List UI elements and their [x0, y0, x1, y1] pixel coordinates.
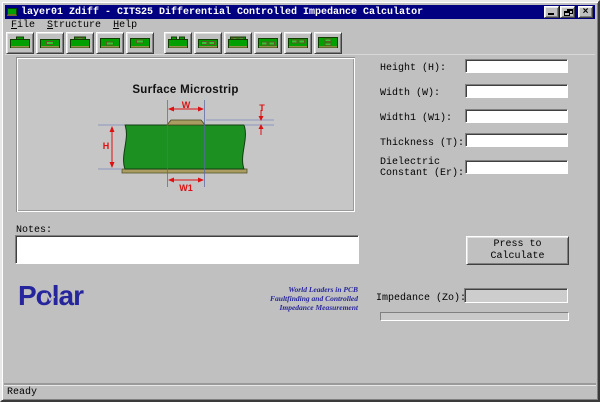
toolbar-button-coated-microstrip[interactable] — [66, 32, 94, 54]
app-icon — [7, 8, 17, 16]
dim-label-h: H — [100, 141, 112, 151]
pulse-icon — [41, 292, 55, 302]
surface-microstrip-differential-icon — [168, 36, 188, 50]
height-label: Height (H): — [380, 63, 468, 74]
impedance-label: Impedance (Zo): — [376, 293, 466, 304]
toolbar-button-offset-stripline[interactable] — [126, 32, 154, 54]
minimize-button[interactable] — [544, 6, 559, 18]
width-label: Width (W): — [380, 88, 468, 99]
embedded-microstrip-icon — [40, 36, 60, 50]
status-text: Ready — [7, 387, 37, 398]
title-bar: layer01 Zdiff - CITS25 Differential Cont… — [5, 5, 595, 19]
minimize-icon — [548, 13, 554, 15]
width-input[interactable] — [465, 84, 568, 98]
window-title: layer01 Zdiff - CITS25 Differential Cont… — [21, 7, 423, 18]
offset-stripline-differential-icon — [288, 36, 308, 50]
app-window: layer01 Zdiff - CITS25 Differential Cont… — [0, 0, 600, 402]
offset-stripline-icon — [130, 36, 150, 50]
coated-microstrip-icon — [70, 36, 90, 50]
stripline-icon — [100, 36, 120, 50]
tagline-line: Impedance Measurement — [185, 303, 358, 312]
toolbar-button-broadside-stripline-differential[interactable] — [314, 32, 342, 54]
menu-file[interactable]: File — [5, 20, 41, 31]
toolbar — [5, 31, 595, 55]
status-bar: Ready — [4, 385, 596, 398]
dielectric-constant-label: Dielectric Constant (Er): — [380, 157, 468, 179]
dielectric-constant-input[interactable] — [465, 160, 568, 174]
broadside-stripline-differential-icon — [318, 36, 338, 50]
toolbar-separator — [156, 32, 164, 54]
tagline-line: World Leaders in PCB — [185, 285, 358, 294]
menu-bar: File Structure Help — [5, 19, 595, 31]
progress-bar — [380, 312, 569, 321]
toolbar-button-embedded-microstrip[interactable] — [36, 32, 64, 54]
dim-label-t: T — [256, 103, 268, 113]
notes-input[interactable] — [15, 235, 359, 264]
toolbar-button-embedded-microstrip-differential[interactable] — [194, 32, 222, 54]
surface-microstrip-icon — [10, 36, 30, 50]
restore-button[interactable] — [560, 6, 575, 18]
toolbar-button-surface-microstrip-differential[interactable] — [164, 32, 192, 54]
coated-microstrip-differential-icon — [228, 36, 248, 50]
close-icon: × — [579, 6, 592, 17]
client-area: Surface Microstrip — [5, 56, 595, 384]
stripline-differential-icon — [258, 36, 278, 50]
brand-tagline: World Leaders in PCB Faultfinding and Co… — [185, 285, 358, 312]
impedance-result-field[interactable] — [464, 288, 568, 303]
height-input[interactable] — [465, 59, 568, 73]
toolbar-button-coated-microstrip-differential[interactable] — [224, 32, 252, 54]
calculate-button[interactable]: Press to Calculate — [466, 236, 569, 265]
dim-label-w: W — [176, 100, 196, 110]
menu-help[interactable]: Help — [107, 20, 143, 31]
dim-label-w1: W1 — [172, 183, 200, 193]
menu-structure[interactable]: Structure — [41, 20, 107, 31]
toolbar-button-stripline[interactable] — [96, 32, 124, 54]
toolbar-button-stripline-differential[interactable] — [254, 32, 282, 54]
width1-label: Width1 (W1): — [380, 113, 468, 124]
structure-diagram: Surface Microstrip — [16, 57, 355, 212]
polar-logo: Polar — [18, 280, 83, 312]
embedded-microstrip-differential-icon — [198, 36, 218, 50]
tagline-line: Faultfinding and Controlled — [185, 294, 358, 303]
toolbar-button-offset-stripline-differential[interactable] — [284, 32, 312, 54]
close-button[interactable]: × — [578, 6, 593, 18]
toolbar-button-surface-microstrip[interactable] — [6, 32, 34, 54]
width1-input[interactable] — [465, 109, 568, 123]
thickness-input[interactable] — [465, 133, 568, 147]
thickness-label: Thickness (T): — [380, 138, 468, 149]
